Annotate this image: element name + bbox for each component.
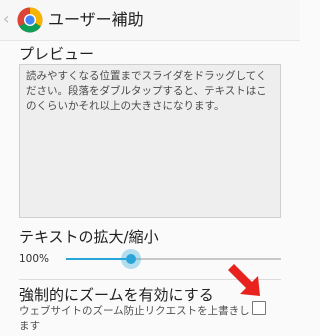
preview-heading: プレビュー: [19, 45, 95, 63]
text-scaling-label: テキストの拡大/縮小: [19, 228, 159, 246]
app-bar: ‹ ユーザー補助: [0, 0, 300, 41]
chrome-logo-icon: [17, 7, 43, 33]
app-bar-title: ユーザー補助: [48, 10, 144, 29]
text-scaling-value: 100%: [19, 253, 50, 265]
preview-text: 読みやすくなる位置までスライダをドラッグしてください。段落をダブルタップすると、…: [26, 70, 267, 112]
back-chevron-icon[interactable]: ‹: [3, 9, 9, 29]
force-zoom-title: 強制的にズームを有効にする: [19, 286, 214, 304]
red-arrow-annotation-icon: [228, 264, 260, 296]
preview-box[interactable]: 読みやすくなる位置までスライダをドラッグしてください。段落をダブルタップすると、…: [19, 64, 281, 218]
slider-thumb[interactable]: [125, 254, 136, 264]
force-zoom-description: ウェブサイトのズーム防止リクエストを上書きします: [19, 305, 250, 332]
